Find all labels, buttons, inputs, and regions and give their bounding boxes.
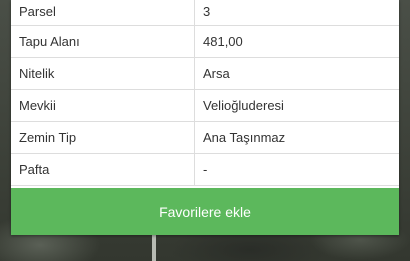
row-value-mevkii: Velioğluderesi	[194, 89, 399, 122]
row-label-zemin-tip: Zemin Tip	[11, 121, 195, 154]
row-label-nitelik: Nitelik	[11, 57, 195, 90]
map-road-marking	[152, 234, 156, 261]
table-row: Tapu Alanı 481,00	[11, 25, 399, 58]
add-to-favorites-button[interactable]: Favorilere ekle	[11, 188, 399, 235]
row-value-nitelik: Arsa	[194, 57, 399, 90]
table-row: Mevkii Velioğluderesi	[11, 89, 399, 122]
table-row: Pafta -	[11, 153, 399, 186]
row-label-parsel: Parsel	[11, 0, 195, 26]
table-row: Zemin Tip Ana Taşınmaz	[11, 121, 399, 154]
row-value-pafta: -	[194, 153, 399, 186]
parcel-info-panel: Parsel 3 Tapu Alanı 481,00 Nitelik Arsa …	[11, 0, 399, 235]
row-value-tapu-alani: 481,00	[194, 25, 399, 58]
parcel-info-table: Parsel 3 Tapu Alanı 481,00 Nitelik Arsa …	[11, 0, 399, 186]
row-value-parsel: 3	[194, 0, 399, 26]
table-row: Parsel 3	[11, 0, 399, 26]
row-value-zemin-tip: Ana Taşınmaz	[194, 121, 399, 154]
table-row: Nitelik Arsa	[11, 57, 399, 90]
row-label-tapu-alani: Tapu Alanı	[11, 25, 195, 58]
row-label-pafta: Pafta	[11, 153, 195, 186]
row-label-mevkii: Mevkii	[11, 89, 195, 122]
